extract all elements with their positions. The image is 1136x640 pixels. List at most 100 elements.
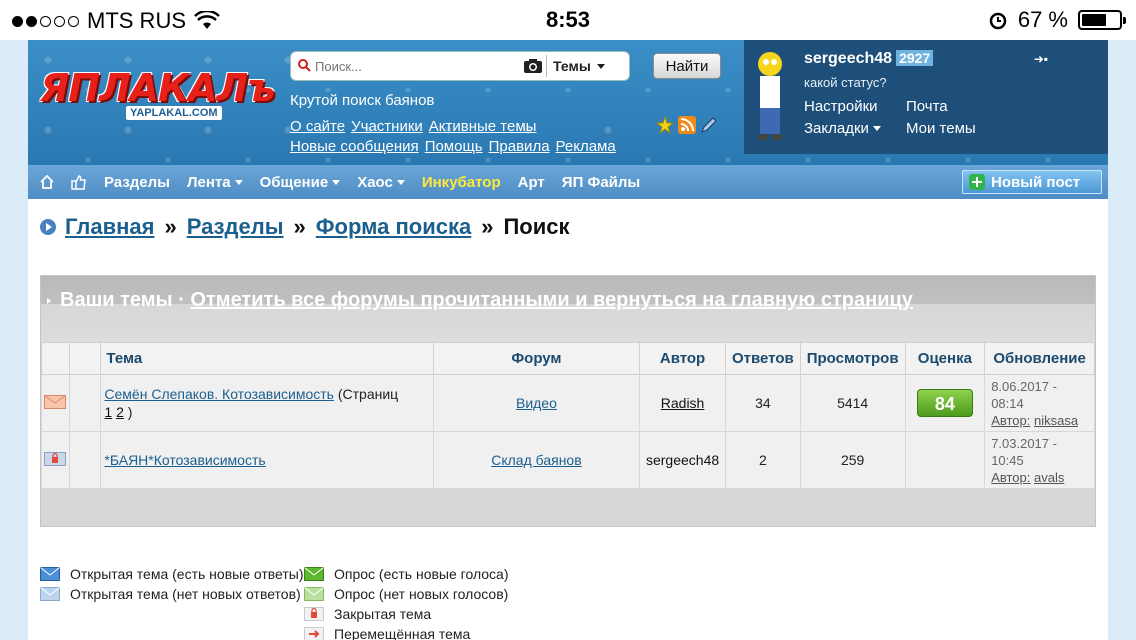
header-updated[interactable]: Обновление bbox=[984, 342, 1095, 375]
legend-poll-new: Опрос (есть новые голоса) bbox=[334, 566, 509, 582]
row-author: Radish bbox=[639, 374, 726, 432]
new-post-button[interactable]: Новый пост bbox=[962, 170, 1102, 194]
star-icon[interactable] bbox=[655, 115, 675, 135]
link-rules[interactable]: Правила bbox=[489, 138, 550, 155]
header-views[interactable]: Просмотров bbox=[799, 342, 906, 375]
breadcrumb-sections[interactable]: Разделы bbox=[187, 214, 284, 240]
link-new-messages[interactable]: Новые сообщения bbox=[290, 138, 419, 155]
pages-close: ) bbox=[127, 404, 133, 420]
table-row: Семён Слепаков. Котозависимость (Страниц… bbox=[41, 374, 1095, 432]
legend-item: Перемещённая тема bbox=[304, 624, 604, 640]
header-rating[interactable]: Оценка bbox=[904, 342, 986, 375]
link-active-topics[interactable]: Активные темы bbox=[429, 118, 537, 135]
header-topic[interactable]: Тема bbox=[100, 342, 434, 375]
rating-badge[interactable]: 84 bbox=[916, 389, 973, 417]
logout-icon[interactable]: ➜▪ bbox=[1034, 52, 1048, 66]
user-status[interactable]: какой статус? bbox=[804, 75, 887, 90]
camera-icon[interactable] bbox=[520, 53, 546, 79]
plus-icon bbox=[969, 174, 985, 190]
legend-item: Закрытая тема bbox=[304, 604, 604, 624]
nav-files[interactable]: ЯП Файлы bbox=[562, 174, 640, 191]
topic-link[interactable]: Семён Слепаков. Котозависимость bbox=[104, 386, 334, 402]
home-icon[interactable] bbox=[40, 175, 54, 189]
thumbs-up-icon[interactable] bbox=[71, 174, 87, 190]
row-updated: 7.03.2017 - 10:45 Автор: avals bbox=[984, 431, 1095, 489]
arrow-right-icon bbox=[304, 627, 324, 640]
update-author-link[interactable]: niksasa bbox=[1034, 413, 1078, 428]
link-help[interactable]: Помощь bbox=[425, 138, 483, 155]
row-author: sergeech48 bbox=[639, 431, 726, 489]
link-ads[interactable]: Реклама bbox=[556, 138, 616, 155]
username-text: sergeech48 bbox=[804, 50, 893, 67]
play-circle-icon bbox=[40, 219, 56, 235]
link-settings[interactable]: Настройки bbox=[804, 98, 906, 115]
breadcrumb-separator: » bbox=[164, 214, 177, 239]
header-forum[interactable]: Форум bbox=[432, 342, 641, 375]
tagline: Крутой поиск баянов bbox=[290, 92, 435, 109]
legend-item bbox=[40, 624, 304, 640]
results-block: Ваши темы · Отметить все форумы прочитан… bbox=[40, 275, 1096, 527]
breadcrumb-search-form[interactable]: Форма поиска bbox=[316, 214, 471, 240]
site-logo[interactable]: ЯПЛАКАЛъ YAPLAKAL.COM bbox=[40, 66, 276, 126]
link-my-topics[interactable]: Мои темы bbox=[906, 120, 1086, 137]
legend-item bbox=[40, 604, 304, 624]
topic-link[interactable]: *БАЯН*Котозависимость bbox=[104, 452, 265, 468]
title-dot: · bbox=[178, 289, 185, 311]
header-icons bbox=[655, 115, 718, 135]
forum-link[interactable]: Видео bbox=[516, 395, 557, 411]
find-button[interactable]: Найти bbox=[653, 53, 721, 79]
nav-sections[interactable]: Разделы bbox=[104, 174, 170, 191]
row-views: 259 bbox=[799, 431, 906, 489]
row-topic: Семён Слепаков. Котозависимость (Страниц… bbox=[100, 374, 434, 432]
forum-link[interactable]: Склад баянов bbox=[491, 452, 581, 468]
row-rating: 84 bbox=[904, 374, 986, 432]
row-icon2-cell bbox=[68, 374, 102, 432]
block-title: Ваши темы · Отметить все форумы прочитан… bbox=[41, 276, 1095, 342]
post-count-badge: 2927 bbox=[896, 50, 934, 66]
nav-chaos[interactable]: Хаос bbox=[357, 174, 405, 191]
page-link[interactable]: 2 bbox=[116, 404, 124, 420]
row-forum: Склад баянов bbox=[432, 431, 641, 489]
pencil-icon[interactable] bbox=[700, 116, 718, 134]
nav-art[interactable]: Арт bbox=[518, 174, 545, 191]
update-author-link[interactable]: avals bbox=[1034, 470, 1064, 485]
header-author[interactable]: Автор bbox=[639, 342, 726, 375]
update-author-label[interactable]: Автор: bbox=[991, 470, 1030, 485]
topics-table: Тема Форум Автор Ответов Просмотров Оцен… bbox=[41, 342, 1095, 489]
search-input[interactable] bbox=[315, 53, 520, 79]
legend-open-no-new: Открытая тема (нет новых ответов) bbox=[70, 586, 301, 602]
link-about[interactable]: О сайте bbox=[290, 118, 345, 135]
update-author-label[interactable]: Автор: bbox=[991, 413, 1030, 428]
row-topic: *БАЯН*Котозависимость bbox=[100, 431, 434, 489]
rss-icon[interactable] bbox=[678, 116, 696, 134]
mark-all-read-link[interactable]: Отметить все форумы прочитанными и верну… bbox=[190, 289, 912, 311]
poll-read-icon bbox=[304, 587, 324, 601]
author-link[interactable]: Radish bbox=[661, 395, 705, 411]
chevron-down-icon bbox=[234, 179, 243, 185]
legend-open-new: Открытая тема (есть новые ответы) bbox=[70, 566, 304, 582]
row-replies: 2 bbox=[724, 431, 801, 489]
breadcrumb-home[interactable]: Главная bbox=[65, 214, 154, 240]
nav-communication[interactable]: Общение bbox=[260, 174, 341, 191]
row-views: 5414 bbox=[799, 374, 906, 432]
nav-feed[interactable]: Лента bbox=[187, 174, 243, 191]
nav-feed-label: Лента bbox=[187, 173, 231, 191]
site-header: ЯПЛАКАЛъ YAPLAKAL.COM Темы Найти Крутой … bbox=[28, 40, 1108, 165]
breadcrumb-separator: » bbox=[293, 214, 306, 239]
search-scope-select[interactable]: Темы bbox=[547, 58, 611, 74]
avatar[interactable] bbox=[752, 48, 788, 144]
link-bookmarks[interactable]: Закладки bbox=[804, 120, 906, 137]
nav-incubator[interactable]: Инкубатор bbox=[422, 174, 501, 191]
page-link[interactable]: 1 bbox=[104, 404, 112, 420]
logo-domain: YAPLAKAL.COM bbox=[126, 106, 222, 120]
username[interactable]: sergeech48 2927 bbox=[804, 50, 934, 68]
author-link[interactable]: sergeech48 bbox=[646, 452, 719, 468]
row-status-cell bbox=[41, 431, 70, 489]
alarm-icon bbox=[989, 12, 1007, 30]
update-time: 10:45 bbox=[991, 452, 1024, 468]
nav-chaos-label: Хаос bbox=[357, 173, 393, 191]
link-mail[interactable]: Почта bbox=[906, 98, 1086, 115]
chevron-down-icon bbox=[396, 179, 405, 185]
header-replies[interactable]: Ответов bbox=[724, 342, 801, 375]
link-members[interactable]: Участники bbox=[351, 118, 423, 135]
